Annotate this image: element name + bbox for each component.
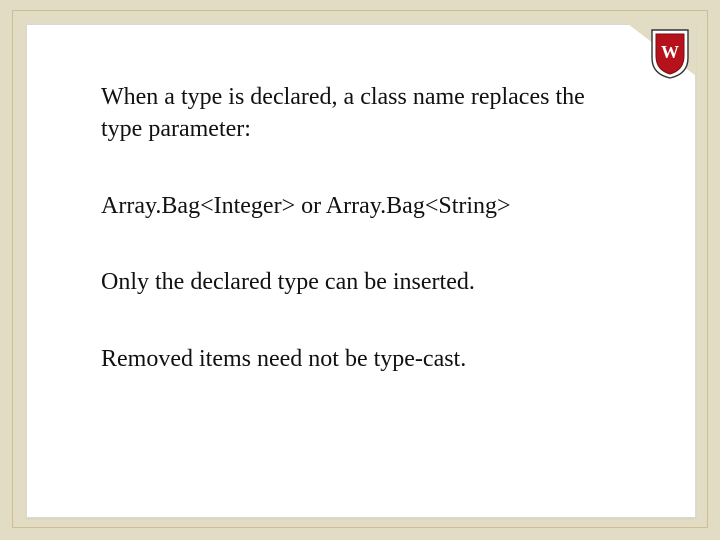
paragraph-3: Only the declared type can be inserted. [101,266,625,298]
paragraph-4: Removed items need not be type-cast. [101,343,625,375]
uw-crest-icon: University of Wisconsin crest W [650,28,690,80]
slide-content: When a type is declared, a class name re… [27,25,695,459]
svg-text:W: W [661,42,679,62]
slide-card: When a type is declared, a class name re… [26,24,696,518]
paragraph-2: Array.Bag<Integer> or Array.Bag<String> [101,190,625,222]
paragraph-1: When a type is declared, a class name re… [101,81,625,146]
